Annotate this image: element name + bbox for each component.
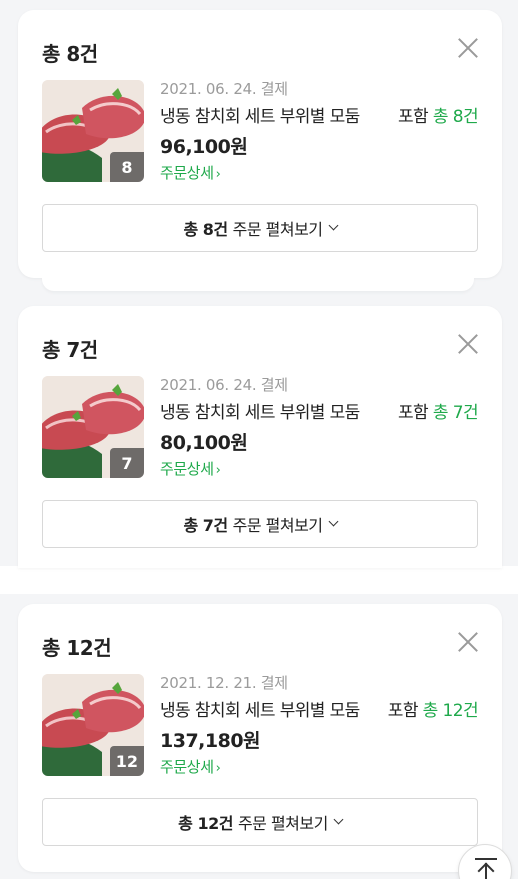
- expand-count: 총 8건: [183, 220, 228, 239]
- expand-label: 주문 펼쳐보기: [232, 220, 323, 239]
- arrow-up-to-top-icon: [475, 858, 497, 860]
- item-count-badge: 7: [110, 448, 144, 478]
- close-icon[interactable]: [456, 630, 480, 654]
- order-detail-label: 주문상세: [160, 164, 214, 182]
- product-thumbnail[interactable]: 12: [42, 674, 144, 776]
- close-icon[interactable]: [456, 332, 480, 356]
- order-detail-label: 주문상세: [160, 460, 214, 478]
- chevron-down-icon: [328, 516, 338, 526]
- product-thumbnail[interactable]: 8: [42, 80, 144, 182]
- order-detail-label: 주문상세: [160, 758, 214, 776]
- stacked-card-edge: [42, 277, 474, 291]
- product-thumbnail[interactable]: 7: [42, 376, 144, 478]
- chevron-down-icon: [333, 814, 344, 824]
- included-prefix: 포함: [398, 107, 433, 127]
- included-count-value: 총 8건: [432, 107, 479, 127]
- product-name: 냉동 참치회 세트 부위별 모둠: [160, 403, 360, 423]
- order-total-count: 총 12건: [42, 636, 112, 660]
- product-row: 냉동 참치회 세트 부위별 모둠 포함 총 7건: [160, 398, 479, 423]
- order-total-count: 총 8건: [42, 42, 98, 66]
- product-row: 냉동 참치회 세트 부위별 모둠 포함 총 8건: [160, 102, 479, 127]
- included-count-value: 총 12건: [422, 701, 479, 721]
- close-icon[interactable]: [456, 36, 480, 60]
- order-card: 총 7건 7 2021. 06. 24. 결제 냉동 참치회 세트 부위별 모둠…: [18, 306, 502, 568]
- included-count: 포함 총 8건: [398, 102, 479, 127]
- expand-count: 총 7건: [183, 516, 228, 535]
- expand-orders-button[interactable]: 총 7건 주문 펼쳐보기: [42, 500, 478, 548]
- expand-label: 주문 펼쳐보기: [232, 516, 323, 535]
- order-detail-link[interactable]: 주문상세 ›: [160, 756, 221, 777]
- product-name: 냉동 참치회 세트 부위별 모둠: [160, 701, 360, 721]
- chevron-right-icon: ›: [215, 167, 221, 182]
- order-detail-link[interactable]: 주문상세 ›: [160, 458, 221, 479]
- order-price: 96,100원: [160, 136, 248, 158]
- included-prefix: 포함: [387, 701, 423, 721]
- order-detail-link[interactable]: 주문상세 ›: [160, 162, 221, 183]
- expand-count: 총 12건: [178, 814, 233, 833]
- product-row: 냉동 참치회 세트 부위별 모둠 포함 총 12건: [160, 696, 479, 721]
- order-history-page: 총 8건 8 2021. 06. 24. 결제 냉동 참치회 세트 부위별 모둠…: [0, 0, 518, 879]
- item-count-badge: 12: [109, 746, 144, 776]
- chevron-down-icon: [328, 220, 338, 230]
- chevron-right-icon: ›: [215, 463, 221, 478]
- order-card: 총 8건 8 2021. 06. 24. 결제 냉동 참치회 세트 부위별 모둠…: [18, 10, 502, 278]
- item-count-badge: 8: [110, 152, 144, 182]
- expand-orders-button[interactable]: 총 8건 주문 펼쳐보기: [42, 204, 478, 252]
- expand-label: 주문 펼쳐보기: [237, 814, 328, 833]
- included-count-value: 총 7건: [432, 403, 479, 423]
- included-count: 포함 총 12건: [387, 696, 479, 721]
- order-date: 2021. 06. 24. 결제: [160, 376, 288, 394]
- included-count: 포함 총 7건: [398, 398, 479, 423]
- order-price: 80,100원: [160, 432, 248, 454]
- order-price: 137,180원: [160, 730, 261, 752]
- order-date: 2021. 12. 21. 결제: [160, 674, 288, 692]
- order-total-count: 총 7건: [42, 338, 98, 362]
- included-prefix: 포함: [398, 403, 433, 423]
- section-divider: [0, 566, 518, 594]
- chevron-right-icon: ›: [215, 761, 221, 776]
- expand-orders-button[interactable]: 총 12건 주문 펼쳐보기: [42, 798, 478, 846]
- product-name: 냉동 참치회 세트 부위별 모둠: [160, 107, 360, 127]
- order-card: 총 12건 12 2021. 12. 21. 결제 냉동 참치회 세트 부위별 …: [18, 604, 502, 872]
- order-date: 2021. 06. 24. 결제: [160, 80, 288, 98]
